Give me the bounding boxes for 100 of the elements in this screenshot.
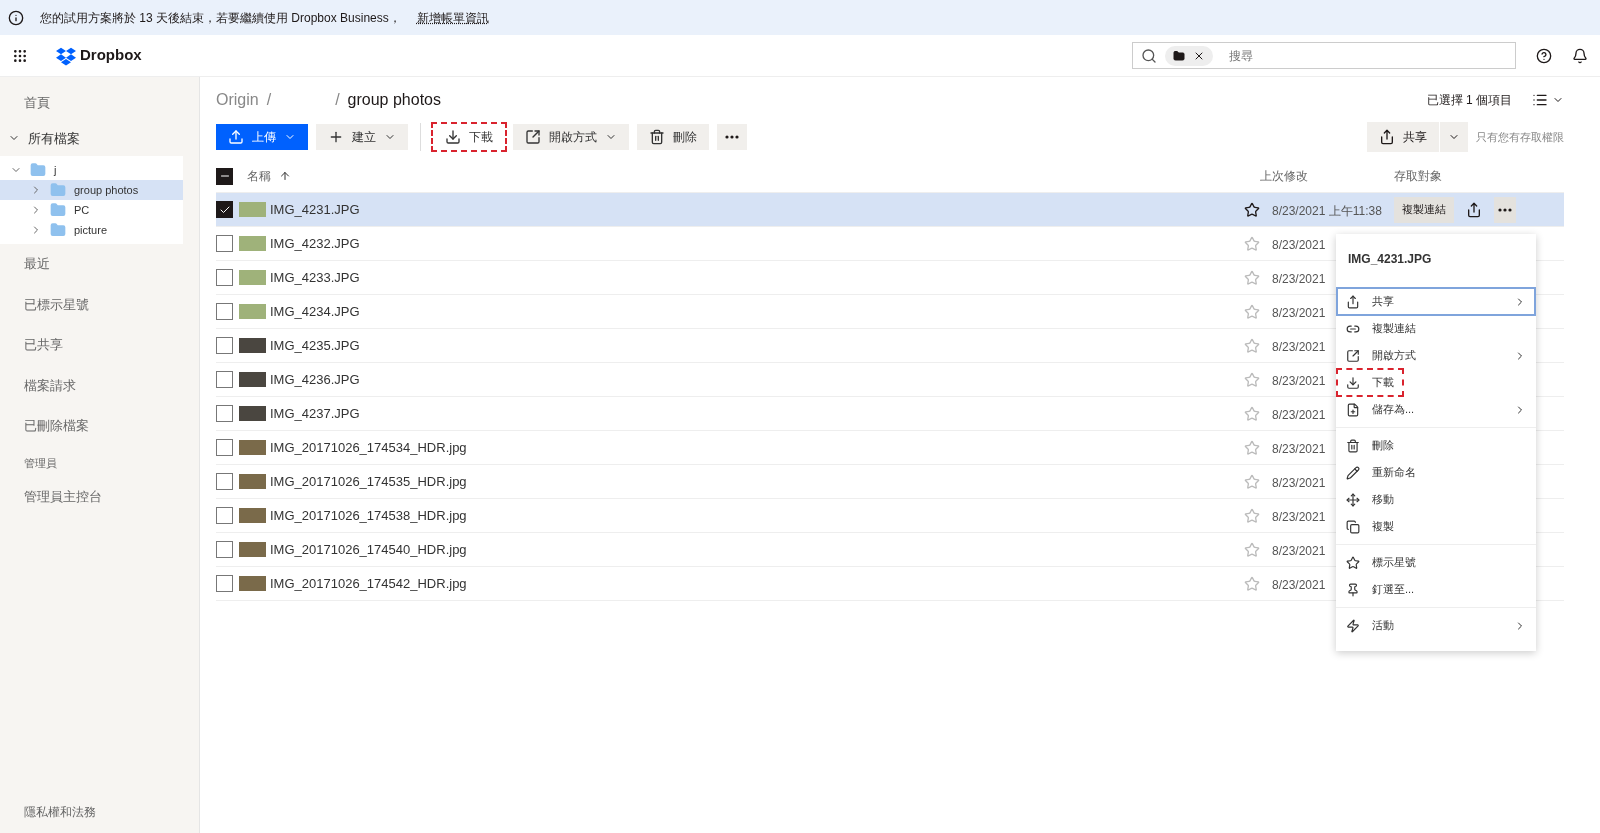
trash-icon — [1346, 438, 1360, 453]
row-checkbox[interactable] — [216, 439, 233, 456]
menu-item[interactable]: 共享 — [1338, 289, 1534, 314]
star-icon[interactable] — [1244, 201, 1260, 218]
menu-item[interactable]: 標示星號 — [1338, 550, 1534, 575]
toolbar-button[interactable]: 刪除 — [637, 124, 709, 150]
menu-item[interactable]: 移動 — [1338, 487, 1534, 512]
row-checkbox[interactable] — [216, 541, 233, 558]
folder-icon — [50, 222, 66, 238]
folder-tree-item[interactable]: PC — [0, 200, 183, 220]
sidebar-item[interactable]: 已刪除檔案 — [0, 406, 199, 447]
toolbar-button[interactable]: 下載 — [433, 124, 505, 150]
row-checkbox[interactable] — [216, 269, 233, 286]
menu-item[interactable]: 開啟方式 — [1338, 343, 1534, 368]
folder-tree-item[interactable]: picture — [0, 220, 183, 240]
more-button[interactable] — [717, 124, 747, 150]
file-name[interactable]: IMG_4236.JPG — [270, 369, 360, 390]
file-name[interactable]: IMG_4231.JPG — [270, 199, 360, 220]
app-grid-icon[interactable] — [12, 47, 28, 64]
menu-item[interactable]: 下載 — [1338, 370, 1402, 395]
menu-item[interactable]: 儲存為... — [1338, 397, 1534, 422]
row-checkbox[interactable] — [216, 337, 233, 354]
star-icon[interactable] — [1244, 303, 1260, 320]
star-icon[interactable] — [1244, 371, 1260, 388]
sidebar-item[interactable]: 最近 — [0, 244, 199, 285]
toolbar-button[interactable]: 上傳 — [216, 124, 308, 150]
star-icon[interactable] — [1244, 473, 1260, 490]
menu-item[interactable]: 複製 — [1338, 514, 1534, 539]
row-checkbox[interactable] — [216, 235, 233, 252]
star-icon[interactable] — [1244, 235, 1260, 252]
menu-item[interactable]: 刪除 — [1338, 433, 1534, 458]
row-checkbox[interactable] — [216, 405, 233, 422]
sidebar-item[interactable]: 首頁 — [0, 77, 199, 121]
copy-link-button[interactable]: 複製連結 — [1394, 196, 1454, 223]
column-header[interactable]: 名稱 — [247, 167, 271, 185]
row-checkbox[interactable] — [216, 201, 233, 218]
file-name[interactable]: IMG_20171026_174534_HDR.jpg — [270, 437, 467, 458]
photo-thumbnail — [239, 440, 266, 455]
photo-thumbnail — [239, 542, 266, 557]
modified-date: 8/23/2021 — [1272, 509, 1326, 524]
file-name[interactable]: IMG_20171026_174542_HDR.jpg — [270, 573, 467, 594]
toolbar-button[interactable]: 建立 — [316, 124, 408, 150]
file-name[interactable]: IMG_20171026_174535_HDR.jpg — [270, 471, 467, 492]
sort-arrow-icon[interactable] — [279, 170, 291, 182]
sidebar-item[interactable]: 所有檔案 — [0, 120, 199, 156]
row-checkbox[interactable] — [216, 507, 233, 524]
row-checkbox[interactable] — [216, 303, 233, 320]
dropbox-logo-icon — [56, 45, 76, 66]
photo-thumbnail — [239, 406, 266, 421]
star-icon[interactable] — [1244, 269, 1260, 286]
help-icon[interactable] — [1536, 47, 1552, 64]
plus-icon — [328, 129, 344, 145]
menu-item[interactable]: 重新命名 — [1338, 460, 1534, 485]
row-checkbox[interactable] — [216, 473, 233, 490]
star-icon[interactable] — [1244, 337, 1260, 354]
file-name[interactable]: IMG_20171026_174540_HDR.jpg — [270, 539, 467, 560]
column-header[interactable]: 上次修改 — [1260, 167, 1394, 185]
modified-date: 8/23/2021 — [1272, 339, 1326, 354]
billing-link[interactable]: 新增帳單資訊 — [416, 8, 489, 27]
breadcrumb-item[interactable]: Origin — [216, 87, 259, 112]
sidebar-item[interactable]: 已標示星號 — [0, 284, 199, 325]
ellipsis-icon — [1498, 207, 1512, 212]
file-name[interactable]: IMG_20171026_174538_HDR.jpg — [270, 505, 467, 526]
notification-bell-icon[interactable] — [1572, 47, 1588, 64]
privacy-link[interactable]: 隱私權和法務 — [0, 803, 199, 833]
file-name[interactable]: IMG_4232.JPG — [270, 233, 360, 254]
file-name[interactable]: IMG_4233.JPG — [270, 267, 360, 288]
share-icon[interactable] — [1466, 201, 1482, 218]
star-icon[interactable] — [1244, 405, 1260, 422]
file-name[interactable]: IMG_4237.JPG — [270, 403, 360, 424]
menu-item[interactable]: 釘選至... — [1338, 577, 1534, 602]
breadcrumb-separator: / — [335, 89, 340, 110]
sidebar-item[interactable]: 檔案請求 — [0, 365, 199, 406]
row-checkbox[interactable] — [216, 371, 233, 388]
folder-tree-item[interactable]: j — [0, 160, 183, 180]
star-icon[interactable] — [1244, 439, 1260, 456]
sidebar-item[interactable]: 已共享 — [0, 325, 199, 366]
menu-item[interactable]: 活動 — [1338, 613, 1534, 638]
star-icon[interactable] — [1244, 541, 1260, 558]
sidebar-item[interactable]: 管理員主控台 — [0, 479, 199, 515]
menu-item[interactable]: 複製連結 — [1338, 316, 1534, 341]
file-name[interactable]: IMG_4235.JPG — [270, 335, 360, 356]
modified-date: 8/23/2021 — [1272, 577, 1326, 592]
column-header[interactable]: 存取對象 — [1394, 167, 1564, 185]
toolbar-button[interactable]: 開啟方式 — [513, 124, 629, 150]
modified-date: 8/23/2021 — [1272, 441, 1326, 456]
more-button[interactable] — [1494, 196, 1516, 223]
modified-date: 8/23/2021 — [1272, 543, 1326, 558]
share-button[interactable]: 共享 — [1367, 122, 1439, 152]
folder-tree-item[interactable]: group photos — [0, 180, 183, 200]
file-name[interactable]: IMG_4234.JPG — [270, 301, 360, 322]
star-icon[interactable] — [1244, 507, 1260, 524]
photo-thumbnail — [239, 202, 266, 217]
row-checkbox[interactable] — [216, 575, 233, 592]
star-icon[interactable] — [1244, 575, 1260, 592]
folder-filter-chip[interactable] — [1165, 45, 1213, 66]
search-input[interactable]: 搜尋 — [1229, 46, 1507, 65]
select-all-checkbox[interactable] — [216, 167, 233, 185]
search-field[interactable]: 搜尋 — [1132, 42, 1516, 69]
breadcrumb-item: group photos — [347, 89, 441, 110]
